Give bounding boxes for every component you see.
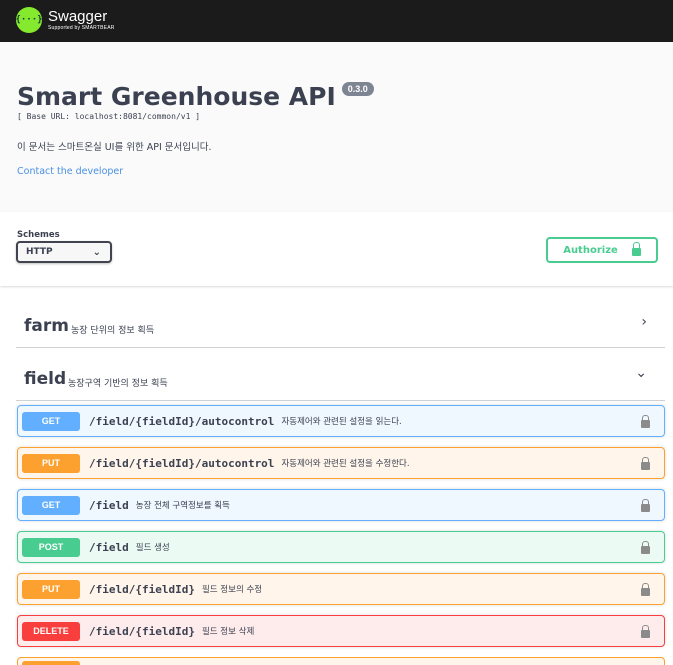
lock-icon[interactable] — [641, 625, 650, 638]
lock-icon — [631, 242, 641, 256]
operation-summary: 농장 전체 구역정보를 획득 — [135, 501, 230, 511]
method-badge: PUT — [22, 579, 80, 599]
operation-put-autocontrol[interactable]: PUT /field/{fieldId}/autocontrol 자동제어와 관… — [17, 447, 665, 479]
method-badge: DELETE — [22, 621, 80, 641]
method-badge: PUT — [22, 453, 80, 473]
operation-path: /field — [89, 540, 129, 554]
authorize-label: Authorize — [563, 244, 618, 256]
tag-farm[interactable]: farm 농장 단위의 정보 획득 › — [16, 300, 665, 348]
tag-field[interactable]: field 농장구역 기반의 정보 획득 ⌄ — [16, 353, 665, 401]
api-title: Smart Greenhouse API — [17, 82, 336, 111]
authorize-button[interactable]: Authorize — [546, 237, 658, 263]
chevron-right-icon: › — [641, 314, 647, 330]
tag-name: farm — [24, 316, 69, 336]
tag-name: field — [24, 369, 67, 389]
method-badge: POST — [22, 537, 80, 557]
logo-title: Swagger — [48, 8, 108, 25]
operation-path: /field/{fieldId} — [89, 582, 195, 596]
operation-summary: 필드 정보의 수정 — [201, 585, 263, 595]
lock-icon[interactable] — [641, 457, 650, 470]
operation-get-autocontrol[interactable]: GET /field/{fieldId}/autocontrol 자동제어와 관… — [17, 405, 665, 437]
operation-summary: 필드 정보 삭제 — [201, 627, 255, 637]
base-url: [ Base URL: localhost:8081/common/v1 ] — [17, 112, 201, 121]
schemes-select[interactable]: HTTP ⌄ — [16, 241, 112, 263]
contact-link[interactable]: Contact the developer — [17, 166, 123, 177]
lock-icon[interactable] — [641, 415, 650, 428]
method-badge: GET — [22, 411, 80, 431]
operation-delete-field[interactable]: DELETE /field/{fieldId} 필드 정보 삭제 — [17, 615, 665, 647]
schemes-selected-value: HTTP — [26, 247, 53, 257]
operation-summary: 자동제어와 관련된 설정을 수정한다. — [281, 459, 410, 469]
scheme-container: Schemes HTTP ⌄ Authorize — [0, 212, 673, 286]
operation-post-field[interactable]: POST /field 필드 생성 — [17, 531, 665, 563]
method-badge: GET — [22, 495, 80, 515]
version-badge: 0.3.0 — [341, 82, 374, 96]
chevron-down-icon: ⌄ — [92, 247, 101, 258]
api-info: Smart Greenhouse API 0.3.0 [ Base URL: l… — [0, 42, 673, 212]
chevron-down-icon: ⌄ — [635, 365, 647, 381]
lock-icon[interactable] — [641, 499, 650, 512]
swagger-logo[interactable]: {···} Swagger Supported by SMARTBEAR — [15, 7, 115, 33]
swagger-logo-icon: {···} — [15, 7, 43, 33]
operation-path: /field/{fieldId}/autocontrol — [89, 414, 275, 428]
operation-summary: 자동제어와 관련된 설정을 읽는다. — [281, 417, 402, 427]
lock-icon[interactable] — [641, 541, 650, 554]
schemes-label: Schemes — [17, 230, 60, 240]
topbar: {···} Swagger Supported by SMARTBEAR — [0, 0, 673, 42]
lock-icon[interactable] — [641, 583, 650, 596]
operation-path: /field — [89, 498, 129, 512]
api-description: 이 문서는 스마트온실 UI를 위한 API 문서입니다. — [17, 142, 212, 153]
operation-path: /field/{fieldId}/autocontrol — [89, 456, 275, 470]
operation-put-field[interactable]: PUT /field/{fieldId} 필드 정보의 수정 — [17, 573, 665, 605]
tag-description: 농장구역 기반의 정보 획득 — [68, 379, 168, 389]
operation-path: /field/{fieldId} — [89, 624, 195, 638]
tag-description: 농장 단위의 정보 획득 — [71, 326, 155, 336]
operation-get-field[interactable]: GET /field 농장 전체 구역정보를 획득 — [17, 489, 665, 521]
operation-partial[interactable] — [17, 657, 665, 665]
method-badge — [22, 661, 80, 665]
logo-subtitle: Supported by SMARTBEAR — [48, 25, 115, 31]
operation-summary: 필드 생성 — [135, 543, 170, 553]
